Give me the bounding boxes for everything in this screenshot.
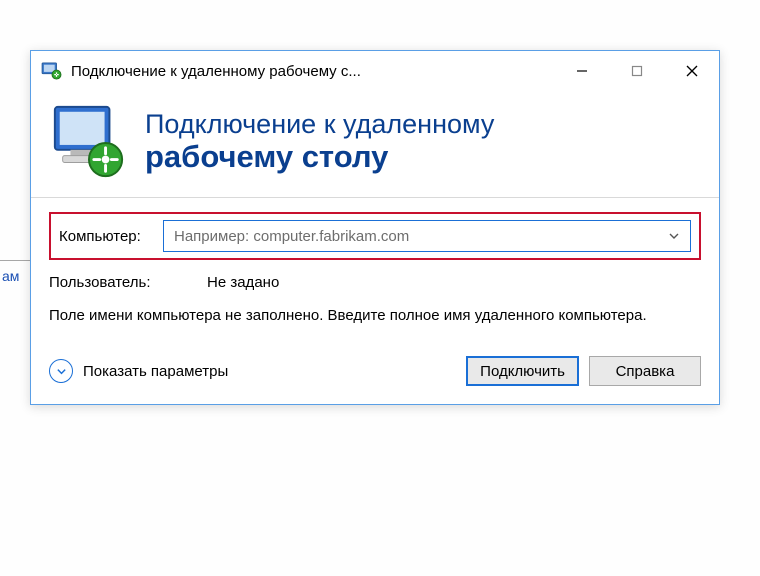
chevron-down-icon xyxy=(668,229,682,243)
help-button[interactable]: Справка xyxy=(589,356,701,386)
header-line-1: Подключение к удаленному xyxy=(145,109,494,140)
connect-button[interactable]: Подключить xyxy=(466,356,579,386)
hint-text: Поле имени компьютера не заполнено. Введ… xyxy=(49,305,701,326)
computer-row-highlight: Компьютер: Например: computer.fabrikam.c… xyxy=(49,212,701,260)
titlebar: Подключение к удаленному рабочему с... xyxy=(31,51,719,91)
header-band: Подключение к удаленному рабочему столу xyxy=(31,91,719,198)
header-line-2: рабочему столу xyxy=(145,140,494,174)
help-button-label: Справка xyxy=(616,363,675,380)
show-options-toggle[interactable]: Показать параметры xyxy=(49,359,228,383)
rdp-logo-icon xyxy=(49,103,127,181)
computer-placeholder: Например: computer.fabrikam.com xyxy=(174,228,668,245)
rdp-app-icon xyxy=(41,62,63,80)
minimize-button[interactable] xyxy=(554,51,609,91)
form-area: Компьютер: Например: computer.fabrikam.c… xyxy=(31,198,719,350)
maximize-button[interactable] xyxy=(609,51,664,91)
window-title: Подключение к удаленному рабочему с... xyxy=(71,63,554,80)
computer-label: Компьютер: xyxy=(59,228,163,245)
background-divider xyxy=(0,260,30,261)
rdp-window: Подключение к удаленному рабочему с... xyxy=(30,50,720,405)
computer-combobox[interactable]: Например: computer.fabrikam.com xyxy=(163,220,691,252)
close-button[interactable] xyxy=(664,51,719,91)
footer: Показать параметры Подключить Справка xyxy=(31,350,719,404)
background-fragment: ам xyxy=(2,268,19,284)
user-row: Пользователь: Не задано xyxy=(49,274,701,291)
user-value: Не задано xyxy=(207,274,279,291)
show-options-label: Показать параметры xyxy=(83,363,228,380)
connect-button-label: Подключить xyxy=(480,363,565,380)
chevron-down-circle-icon xyxy=(49,359,73,383)
user-label: Пользователь: xyxy=(49,274,207,291)
